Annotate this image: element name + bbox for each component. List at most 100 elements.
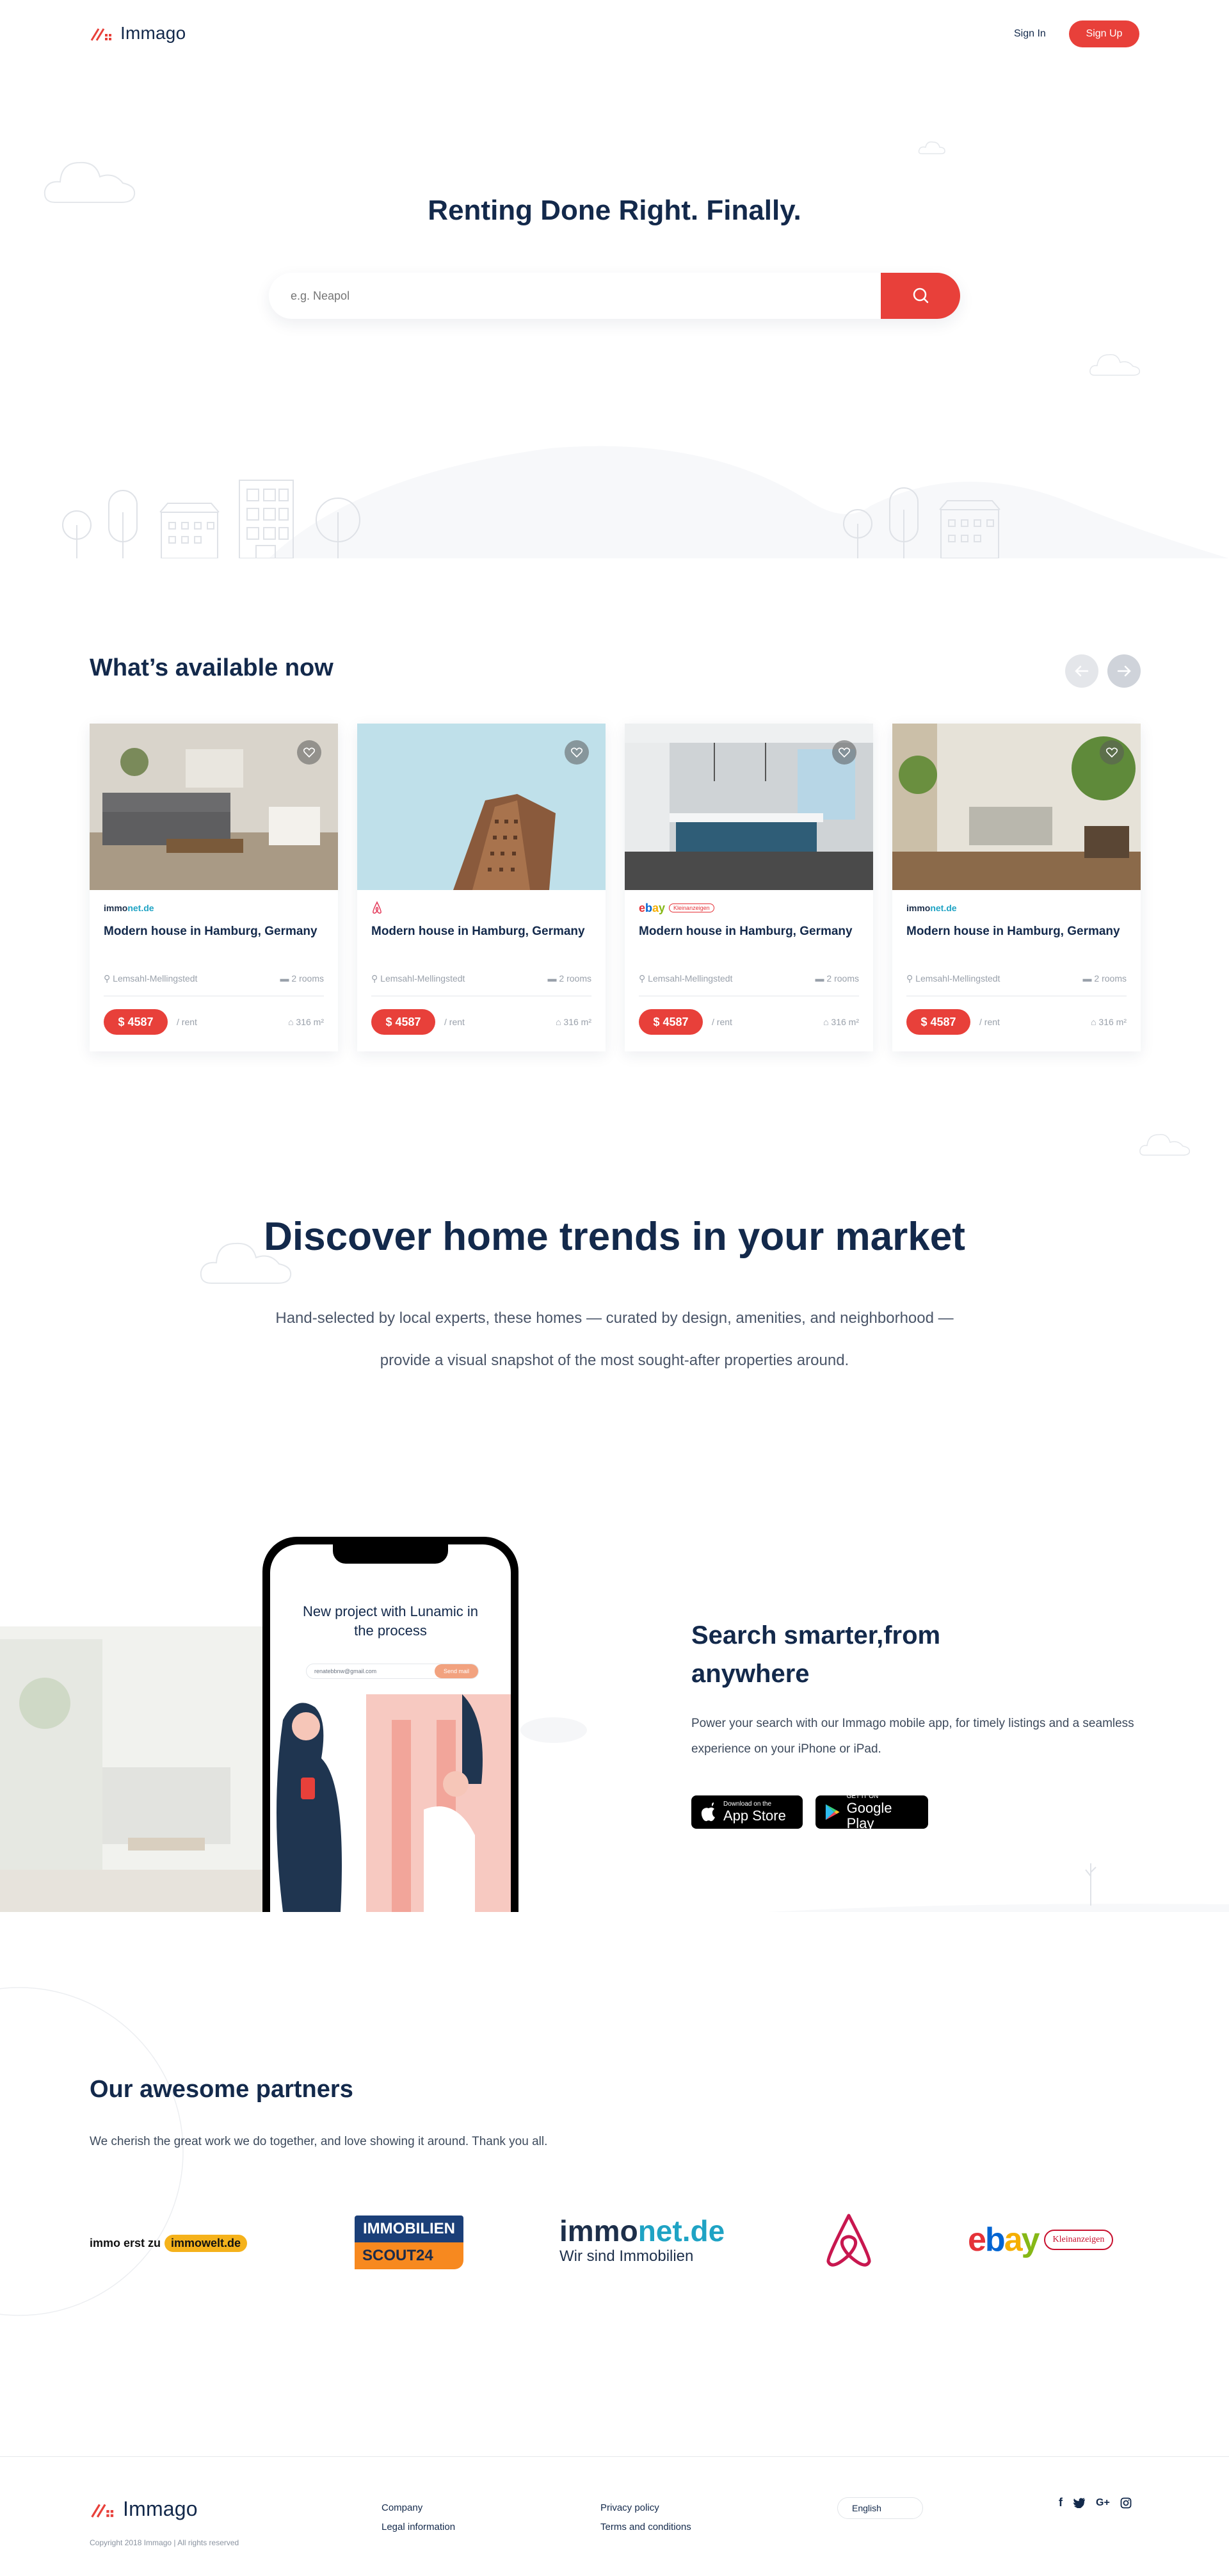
listing-photo (90, 724, 338, 890)
listing-price: $ 4587 (639, 1009, 703, 1035)
listing-area: ⌂ 316 m² (823, 1017, 859, 1027)
favorite-button[interactable] (1100, 740, 1124, 765)
social-links: f G+ (1059, 2496, 1132, 2509)
cloud-icon (918, 141, 945, 154)
google-play-big-text: Google Play (846, 1800, 892, 1831)
listing-period: / rent (979, 1017, 1000, 1027)
listing-location: ⚲ Lemsahl-Mellingstedt (371, 973, 465, 984)
ground-illustration (768, 1863, 1229, 1912)
listing-title[interactable]: Modern house in Hamburg, Germany (104, 922, 324, 962)
available-section-title: What’s available now (90, 654, 333, 681)
immonet-logo-icon: immo net.de (906, 903, 957, 913)
google-play-icon (825, 1804, 840, 1820)
cloud-icon (1139, 1134, 1191, 1156)
heart-icon (1106, 747, 1118, 757)
phone-email-field: renatebbnw@gmail.com Send mail (306, 1664, 479, 1679)
heart-icon (571, 747, 582, 757)
search-button[interactable] (881, 273, 960, 319)
favorite-button[interactable] (297, 740, 321, 765)
search-input[interactable] (269, 273, 881, 319)
carousel-next-button[interactable] (1107, 654, 1141, 688)
partners-title: Our awesome partners (90, 2076, 353, 2103)
ebay-partner-logo-icon[interactable]: ebay Kleinanzeigen (968, 2221, 1114, 2259)
listing-price: $ 4587 (104, 1009, 168, 1035)
listing-photo (357, 724, 606, 890)
footer-link-privacy[interactable]: Privacy policy (600, 2502, 659, 2513)
footer-link-terms[interactable]: Terms and conditions (600, 2522, 691, 2532)
discover-title: Discover home trends in your market (264, 1215, 965, 1259)
language-select[interactable]: English (837, 2497, 923, 2519)
ebay-logo-icon: ebay Kleinanzeigen (639, 899, 859, 917)
phone-mockup: New project with Lunamic in the process … (262, 1537, 518, 1912)
listing-price: $ 4587 (906, 1009, 970, 1035)
phone-notch (333, 1544, 448, 1564)
listing-card[interactable]: immo net.de Modern house in Hamburg, Germ… (90, 724, 338, 1051)
favorite-button[interactable] (565, 740, 589, 765)
carousel-prev-button[interactable] (1065, 654, 1098, 688)
airbnb-partner-logo-icon[interactable] (822, 2213, 876, 2272)
favorite-button[interactable] (832, 740, 856, 765)
logo-text: Immago (120, 23, 186, 43)
sign-in-link[interactable]: Sign In (1014, 28, 1046, 40)
listing-photo (892, 724, 1141, 890)
cloud-icon (520, 1717, 587, 1743)
listing-rooms: ▬ 2 rooms (547, 973, 591, 984)
apple-icon (701, 1802, 715, 1822)
google-plus-icon[interactable]: G+ (1096, 2497, 1110, 2509)
facebook-icon[interactable]: f (1059, 2496, 1063, 2509)
city-skyline-illustration (62, 446, 1229, 558)
google-play-button[interactable]: GET IT ON Google Play (815, 1793, 928, 1831)
immobilienscout24-logo-icon[interactable]: IMMOBILIEN SCOUT24 (355, 2216, 463, 2269)
app-section-text: Power your search with our Immago mobile… (691, 1717, 1134, 1756)
sign-up-button[interactable]: Sign Up (1069, 20, 1139, 47)
decorative-circle (0, 1987, 184, 2316)
listing-card[interactable]: Modern house in Hamburg, Germany ⚲ Lemsa… (357, 724, 606, 1051)
partners-text: We cherish the great work we do together… (90, 2135, 548, 2148)
listing-period: / rent (712, 1017, 732, 1027)
listing-price: $ 4587 (371, 1009, 435, 1035)
arrow-right-icon (1117, 665, 1131, 677)
app-section-title: Search smarter,from anywhere (691, 1621, 941, 1688)
listing-location: ⚲ Lemsahl-Mellingstedt (906, 973, 1000, 984)
discover-text-line2: provide a visual snapshot of the most so… (380, 1352, 849, 1369)
woman-illustration (277, 1694, 511, 1912)
listing-area: ⌂ 316 m² (1091, 1017, 1127, 1027)
heart-icon (303, 747, 315, 757)
listing-card[interactable]: immo net.de Modern house in Hamburg, Germ… (892, 724, 1141, 1051)
app-store-button[interactable]: Download on the App Store (691, 1795, 803, 1829)
immago-logo-icon (90, 28, 111, 41)
immonet-partner-logo-icon[interactable]: immonet.de Wir sind Immobilien (559, 2216, 725, 2265)
discover-text-line1: Hand-selected by local experts, these ho… (275, 1309, 954, 1327)
cloud-icon (1089, 354, 1141, 376)
copyright-text: Copyright 2018 Immago | All rights reser… (90, 2538, 239, 2547)
twitter-icon[interactable] (1073, 2497, 1086, 2508)
airbnb-logo-icon (373, 901, 382, 914)
app-store-big-text: App Store (723, 1808, 786, 1824)
search-bar (269, 273, 960, 319)
phone-caption: New project with Lunamic in the process (303, 1603, 478, 1639)
footer-logo[interactable]: Immago (90, 2497, 198, 2521)
living-room-background-photo (0, 1626, 307, 1912)
listing-photo (625, 724, 873, 890)
search-icon (913, 288, 929, 304)
listing-location: ⚲ Lemsahl-Mellingstedt (639, 973, 733, 984)
instagram-icon[interactable] (1120, 2497, 1132, 2509)
listing-title[interactable]: Modern house in Hamburg, Germany (906, 922, 1127, 962)
listing-area: ⌂ 316 m² (556, 1017, 591, 1027)
heart-icon (839, 747, 850, 757)
listing-rooms: ▬ 2 rooms (815, 973, 859, 984)
arrow-left-icon (1075, 665, 1089, 677)
footer-link-company[interactable]: Company (382, 2502, 422, 2513)
immonet-logo-icon: immo net.de (104, 903, 154, 913)
listing-period: / rent (444, 1017, 465, 1027)
listing-title[interactable]: Modern house in Hamburg, Germany (639, 922, 859, 962)
immowelt-logo-icon[interactable]: immo erst zu immowelt.de (90, 2235, 248, 2252)
footer-link-legal[interactable]: Legal information (382, 2522, 455, 2532)
listing-area: ⌂ 316 m² (288, 1017, 324, 1027)
listing-card[interactable]: ebay Kleinanzeigen Modern house in Hambu… (625, 724, 873, 1051)
listing-location: ⚲ Lemsahl-Mellingstedt (104, 973, 198, 984)
listing-title[interactable]: Modern house in Hamburg, Germany (371, 922, 591, 962)
immago-logo-icon (91, 2504, 114, 2518)
listing-rooms: ▬ 2 rooms (280, 973, 324, 984)
header-logo[interactable]: Immago (90, 23, 186, 44)
